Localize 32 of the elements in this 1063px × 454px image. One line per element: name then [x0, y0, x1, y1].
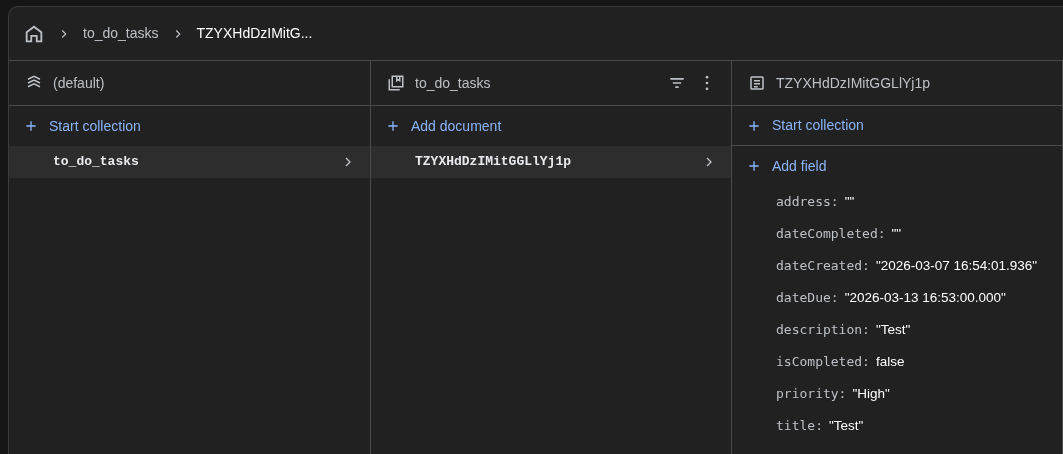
field-value: ""	[844, 192, 855, 211]
collection-icon	[387, 74, 405, 92]
list-item[interactable]: to_do_tasks	[9, 146, 370, 178]
field-name: isCompleted:	[776, 353, 870, 372]
field-name: title:	[776, 417, 823, 436]
plus-icon	[746, 158, 762, 174]
add-button[interactable]: Add document	[385, 115, 502, 137]
field-value: "Test"	[828, 416, 864, 435]
field-value: "2026-03-13 16:53:00.000"	[844, 288, 1006, 307]
plus-icon	[385, 118, 401, 134]
field-name: dateCompleted:	[776, 225, 886, 244]
add-button[interactable]: Add field	[746, 155, 827, 177]
document-icon	[748, 74, 766, 92]
breadcrumb-link[interactable]: to_do_tasks	[83, 23, 159, 44]
field-name: dateCreated:	[776, 257, 870, 276]
column-title: TZYXHdDzIMitGGLlYj1p	[776, 73, 932, 93]
field-value: "Test"	[875, 320, 911, 339]
field-name: description:	[776, 321, 870, 340]
add-button[interactable]: Start collection	[23, 115, 141, 137]
plus-icon	[23, 118, 39, 134]
add-button[interactable]: Start collection	[746, 115, 864, 136]
field-name: dateDue:	[776, 289, 839, 308]
breadcrumb-link[interactable]: TZYXHdDzIMitG...	[196, 23, 313, 44]
field-name: priority:	[776, 385, 847, 404]
field-value: "High"	[852, 384, 890, 403]
list-item[interactable]: TZYXHdDzIMitGGLlYj1p	[371, 146, 731, 178]
field-value: "2026-03-07 16:54:01.936"	[875, 256, 1038, 275]
column-title: to_do_tasks	[415, 73, 492, 93]
field-name: address:	[776, 193, 839, 212]
field-value: false	[875, 352, 905, 371]
field-value: ""	[891, 224, 902, 243]
column-title: (default)	[53, 73, 106, 93]
